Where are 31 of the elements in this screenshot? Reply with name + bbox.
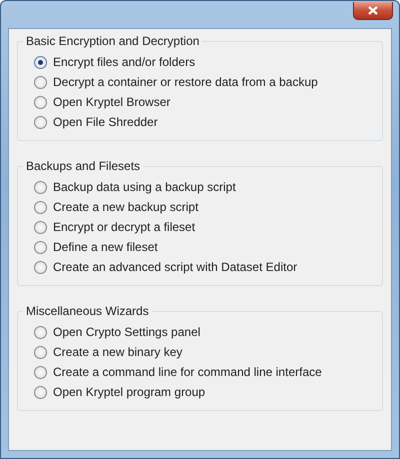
radio-button[interactable] — [34, 346, 47, 358]
radio-button[interactable] — [34, 200, 47, 214]
option-label[interactable]: Backup data using a backup script — [53, 180, 236, 194]
radio-button[interactable] — [34, 386, 47, 398]
radio-button[interactable] — [34, 326, 47, 338]
close-icon — [368, 6, 378, 15]
group-title: Basic Encryption and Decryption — [25, 34, 200, 48]
option-label[interactable]: Encrypt files and/or folders — [53, 55, 196, 69]
option-label[interactable]: Open Kryptel program group — [53, 385, 206, 399]
option-label[interactable]: Open Crypto Settings panel — [53, 325, 200, 339]
radio-button[interactable] — [34, 56, 47, 68]
close-button[interactable] — [353, 2, 393, 20]
option-label[interactable]: Create a new backup script — [53, 200, 198, 214]
radio-button[interactable] — [34, 96, 47, 108]
radio-button[interactable] — [34, 76, 47, 88]
radio-button[interactable] — [34, 116, 47, 128]
option-label[interactable]: Define a new fileset — [53, 240, 158, 254]
option-label[interactable]: Encrypt or decrypt a fileset — [53, 220, 196, 234]
group-title: Miscellaneous Wizards — [25, 304, 150, 318]
group-title: Backups and Filesets — [25, 159, 142, 173]
option-label[interactable]: Open Kryptel Browser — [53, 95, 170, 109]
option-label[interactable]: Create a new binary key — [53, 345, 182, 359]
radio-button[interactable] — [34, 260, 47, 274]
radio-button[interactable] — [34, 240, 47, 254]
option-label[interactable]: Create an advanced script with Dataset Editor — [53, 260, 298, 274]
option-label[interactable]: Decrypt a container or restore data from a backup — [53, 75, 318, 89]
option-label[interactable]: Open File Shredder — [53, 115, 158, 129]
radio-button[interactable] — [34, 366, 47, 378]
radio-button[interactable] — [34, 180, 47, 194]
radio-button[interactable] — [34, 220, 47, 234]
option-label[interactable]: Create a command line for command line interface — [53, 365, 322, 379]
